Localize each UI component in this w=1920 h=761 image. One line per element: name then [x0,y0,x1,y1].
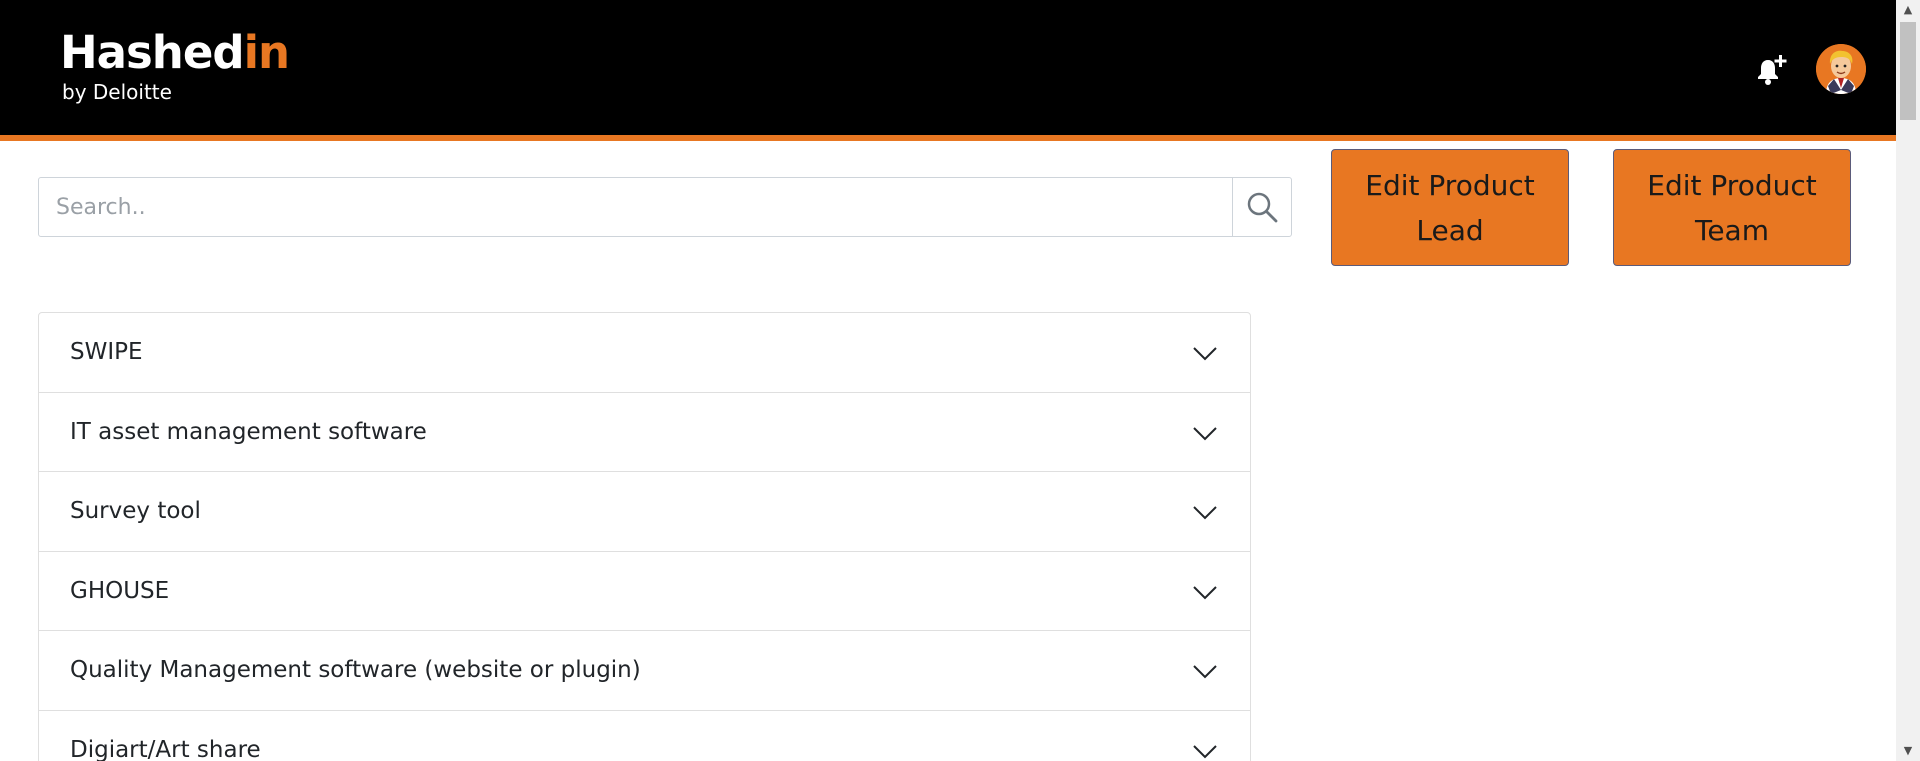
page-scrollbar[interactable]: ▲ ▼ [1896,0,1920,761]
search-icon [1247,192,1278,223]
accordion-item-label: IT asset management software [70,418,427,445]
scroll-up-arrow-icon[interactable]: ▲ [1896,0,1920,20]
edit-product-team-label: Edit Product Team [1647,168,1817,247]
logo-wordmark: Hashedin [60,26,290,79]
search-bar [38,177,1292,237]
top-navbar: Hashedin by Deloitte [0,0,1896,141]
accordion-item-label: Quality Management software (website or … [70,657,641,683]
accordion-item-label: Digiart/Art share [70,736,261,761]
accordion-item-label: SWIPE [70,339,143,365]
hashedin-logo[interactable]: Hashedin by Deloitte [60,26,290,105]
edit-product-team-button[interactable]: Edit Product Team [1613,149,1851,266]
scrollbar-thumb[interactable] [1900,22,1916,120]
search-input[interactable] [39,178,1232,236]
chevron-down-icon [1193,744,1217,758]
accordion-item-it-asset[interactable]: IT asset management software [39,393,1250,472]
accordion-item-ghouse[interactable]: GHOUSE [39,552,1250,631]
edit-product-lead-label: Edit Product Lead [1365,168,1535,247]
chevron-down-icon [1193,665,1217,679]
accordion-item-label: GHOUSE [70,577,170,604]
edit-product-lead-button[interactable]: Edit Product Lead [1331,149,1569,266]
chevron-down-icon [1193,426,1217,440]
bell-plus-icon[interactable] [1755,52,1789,86]
accordion-item-swipe[interactable]: SWIPE [39,313,1250,393]
logo-subtitle: by Deloitte [62,80,172,104]
search-button[interactable] [1232,178,1291,236]
accordion-item-label: Survey tool [70,498,201,524]
chevron-down-icon [1193,347,1217,361]
user-avatar[interactable] [1816,44,1866,94]
chevron-down-icon [1193,506,1217,520]
product-accordion: SWIPE IT asset management software Surve… [38,312,1251,761]
scroll-down-arrow-icon[interactable]: ▼ [1896,741,1920,761]
accordion-item-quality-management[interactable]: Quality Management software (website or … [39,631,1250,711]
accordion-item-digiart[interactable]: Digiart/Art share [39,711,1250,761]
chevron-down-icon [1193,585,1217,599]
accordion-item-survey-tool[interactable]: Survey tool [39,472,1250,552]
